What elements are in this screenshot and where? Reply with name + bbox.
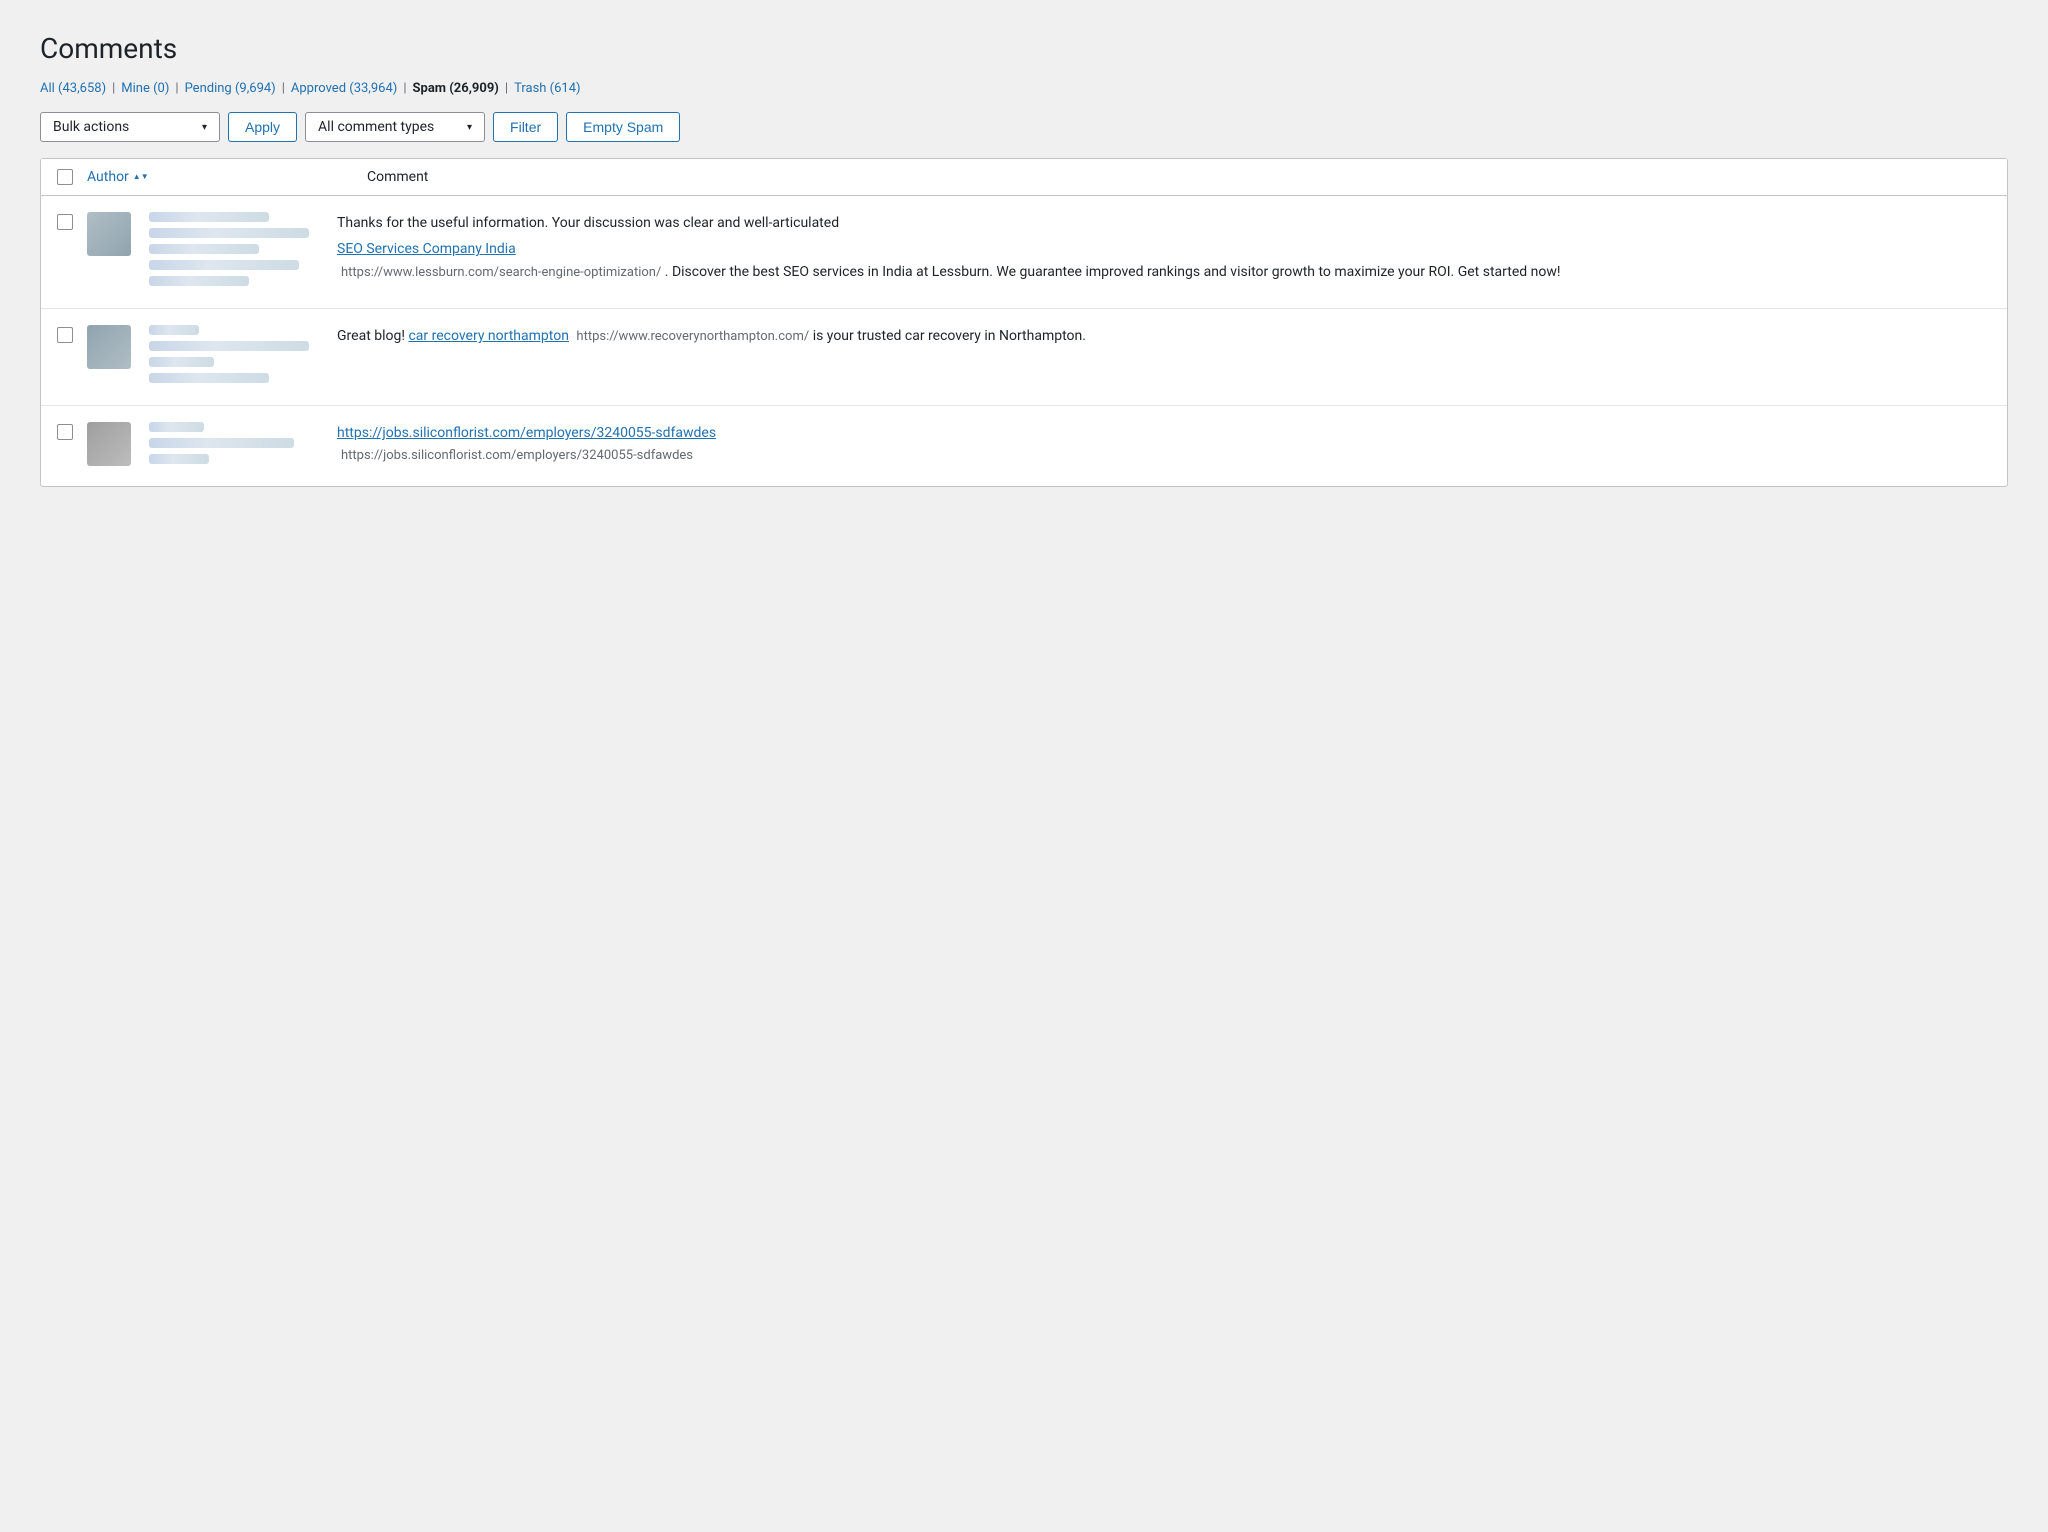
filter-link-pending[interactable]: Pending (9,694) bbox=[185, 81, 276, 96]
comment-link-block: SEO Services Company India https://www.l… bbox=[337, 238, 1991, 283]
row-3-comment: https://jobs.siliconflorist.com/employer… bbox=[337, 422, 1991, 467]
author-sort-button[interactable]: Author ▲▼ bbox=[87, 169, 149, 185]
avatar bbox=[87, 325, 131, 369]
page-title: Comments bbox=[40, 32, 2008, 65]
sep-2: | bbox=[175, 81, 178, 96]
blurred-line bbox=[149, 276, 249, 286]
comment-types-chevron-icon: ▾ bbox=[467, 122, 472, 133]
blurred-line bbox=[149, 422, 204, 432]
comment-link-1[interactable]: SEO Services Company India bbox=[337, 241, 516, 257]
blurred-line bbox=[149, 454, 209, 464]
empty-spam-button[interactable]: Empty Spam bbox=[566, 112, 680, 142]
comment-extra-2: is your trusted car recovery in Northamp… bbox=[813, 328, 1086, 344]
table-row: Thanks for the useful information. Your … bbox=[41, 196, 2007, 309]
row-checkbox-3 bbox=[57, 422, 87, 440]
filter-link-mine[interactable]: Mine (0) bbox=[121, 81, 169, 96]
bulk-actions-dropdown[interactable]: Bulk actions ▾ bbox=[40, 112, 220, 142]
comment-url-1: https://www.lessburn.com/search-engine-o… bbox=[341, 265, 661, 280]
filter-links: All (43,658) | Mine (0) | Pending (9,694… bbox=[40, 81, 2008, 96]
blurred-line bbox=[149, 260, 299, 270]
row-3-author bbox=[87, 422, 337, 470]
comment-text-prefix-2: Great blog! bbox=[337, 328, 408, 344]
comment-types-dropdown[interactable]: All comment types ▾ bbox=[305, 112, 485, 142]
author-info bbox=[149, 212, 309, 292]
blurred-line bbox=[149, 244, 259, 254]
row-1-checkbox[interactable] bbox=[57, 214, 73, 230]
comments-table: Author ▲▼ Comment Thanks for the bbox=[40, 158, 2008, 487]
sep-3: | bbox=[282, 81, 285, 96]
avatar bbox=[87, 212, 131, 256]
filter-link-trash[interactable]: Trash (614) bbox=[514, 81, 581, 96]
author-info bbox=[149, 422, 294, 470]
filter-button[interactable]: Filter bbox=[493, 112, 558, 142]
toolbar: Bulk actions ▾ Apply All comment types ▾… bbox=[40, 112, 2008, 142]
filter-link-approved[interactable]: Approved (33,964) bbox=[291, 81, 397, 96]
row-1-comment: Thanks for the useful information. Your … bbox=[337, 212, 1991, 284]
row-2-comment: Great blog! car recovery northampton htt… bbox=[337, 325, 1991, 348]
comment-text: Thanks for the useful information. Your … bbox=[337, 212, 1991, 234]
comment-url-2: https://www.recoverynorthampton.com/ bbox=[576, 329, 809, 344]
sort-arrows-icon: ▲▼ bbox=[133, 173, 149, 181]
blurred-line bbox=[149, 341, 309, 351]
row-checkbox-2 bbox=[57, 325, 87, 343]
table-row: https://jobs.siliconflorist.com/employer… bbox=[41, 406, 2007, 486]
comment-url-3: https://jobs.siliconflorist.com/employer… bbox=[341, 448, 693, 463]
comment-types-label: All comment types bbox=[318, 119, 434, 135]
filter-link-all[interactable]: All (43,658) bbox=[40, 81, 106, 96]
author-info bbox=[149, 325, 309, 389]
row-2-author bbox=[87, 325, 337, 389]
select-all-checkbox[interactable] bbox=[57, 169, 73, 185]
sep-4: | bbox=[403, 81, 406, 96]
blurred-line bbox=[149, 357, 214, 367]
table-header: Author ▲▼ Comment bbox=[41, 159, 2007, 196]
avatar bbox=[87, 422, 131, 466]
col-author-header: Author ▲▼ bbox=[87, 169, 367, 185]
comment-link-3[interactable]: https://jobs.siliconflorist.com/employer… bbox=[337, 425, 716, 441]
blurred-line bbox=[149, 325, 199, 335]
author-label: Author bbox=[87, 169, 129, 185]
filter-link-spam: Spam (26,909) bbox=[413, 81, 499, 96]
col-comment-header: Comment bbox=[367, 169, 1991, 185]
blurred-line bbox=[149, 212, 269, 222]
sep-1: | bbox=[112, 81, 115, 96]
header-checkbox-area bbox=[57, 169, 87, 185]
blurred-line bbox=[149, 228, 309, 238]
comment-link-2[interactable]: car recovery northampton bbox=[408, 328, 569, 344]
comment-extra-1: . Discover the best SEO services in Indi… bbox=[665, 264, 1561, 280]
row-checkbox-1 bbox=[57, 212, 87, 230]
table-row: Great blog! car recovery northampton htt… bbox=[41, 309, 2007, 406]
blurred-line bbox=[149, 373, 269, 383]
blurred-line bbox=[149, 438, 294, 448]
bulk-actions-chevron-icon: ▾ bbox=[202, 122, 207, 133]
apply-button[interactable]: Apply bbox=[228, 112, 297, 142]
sep-5: | bbox=[505, 81, 508, 96]
row-2-checkbox[interactable] bbox=[57, 327, 73, 343]
bulk-actions-label: Bulk actions bbox=[53, 119, 129, 135]
row-3-checkbox[interactable] bbox=[57, 424, 73, 440]
row-1-author bbox=[87, 212, 337, 292]
